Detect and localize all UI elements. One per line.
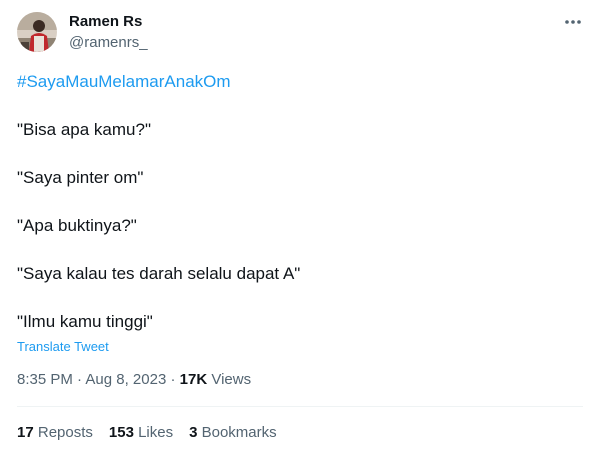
more-options-button[interactable] (560, 12, 586, 32)
avatar[interactable] (17, 12, 57, 52)
reposts-stat[interactable]: 17 Reposts (17, 423, 93, 443)
divider (17, 406, 583, 407)
tweet-card: Ramen Rs @ramenrs_ #SayaMauMelamarAnakOm… (0, 0, 598, 456)
meta-separator: · (72, 371, 86, 388)
tweet-date[interactable]: Aug 8, 2023 (85, 371, 166, 388)
likes-count: 153 (108, 424, 134, 441)
bookmarks-stat[interactable]: 3 Bookmarks (189, 423, 277, 443)
meta-separator: · (166, 371, 180, 388)
author-display-name[interactable]: Ramen Rs (69, 12, 142, 32)
tweet-metadata: 8:35 PM · Aug 8, 2023 · 17K Views (17, 370, 251, 390)
tweet-text-line: "Saya kalau tes darah selalu dapat A" (17, 264, 301, 283)
tweet-text-line: "Bisa apa kamu?" (17, 120, 151, 139)
reposts-label: Reposts (33, 424, 93, 441)
more-horizontal-icon (565, 20, 581, 24)
views-count: 17K (179, 371, 208, 388)
hashtag-link[interactable]: #SayaMauMelamarAnakOm (17, 71, 231, 93)
tweet-text-line: "Saya pinter om" (17, 168, 144, 187)
tweet-text-line: "Apa buktinya?" (17, 216, 137, 235)
profile-photo-icon (17, 12, 57, 52)
tweet-text-line: "Ilmu kamu tinggi" (17, 312, 153, 331)
likes-stat[interactable]: 153 Likes (109, 423, 173, 443)
likes-label: Likes (133, 424, 174, 441)
engagement-stats: 17 Reposts 153 Likes 3 Bookmarks (17, 423, 293, 443)
author-handle[interactable]: @ramenrs_ (69, 33, 148, 53)
reposts-count: 17 (17, 424, 34, 441)
bookmarks-label: Bookmarks (197, 424, 277, 441)
views-label: Views (207, 371, 252, 388)
tweet-time[interactable]: 8:35 PM (17, 371, 73, 388)
translate-tweet-link[interactable]: Translate Tweet (17, 338, 109, 356)
